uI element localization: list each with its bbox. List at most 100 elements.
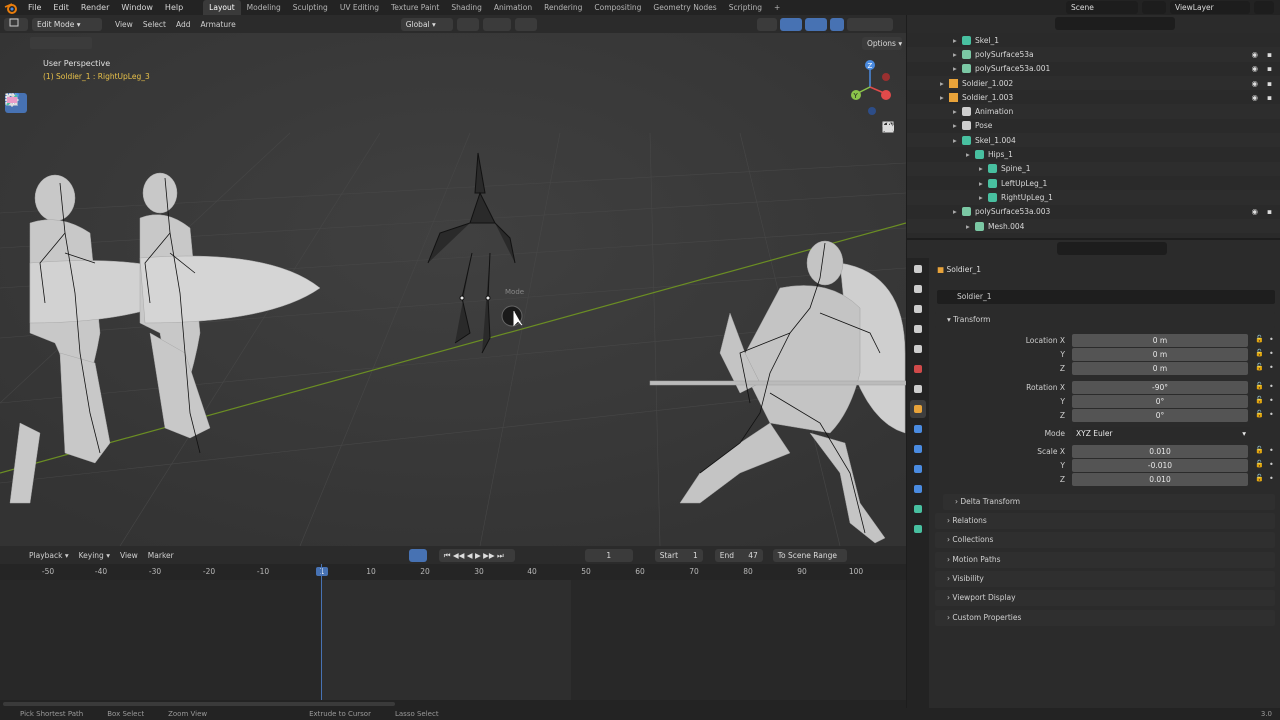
navigation-gizmo[interactable]: Z Y — [848, 55, 902, 115]
tool-bone-size[interactable] — [5, 94, 27, 338]
outliner-search-input[interactable] — [1055, 17, 1175, 30]
workspace-tab-uv-editing[interactable]: UV Editing — [334, 0, 385, 15]
expand-arrow-icon[interactable]: ▸ — [979, 179, 988, 188]
xray-close-icon[interactable] — [834, 37, 858, 49]
snap-button[interactable] — [482, 17, 511, 31]
axis-x-icon[interactable] — [881, 90, 891, 100]
rotation-y-field[interactable]: 0° — [1072, 395, 1248, 408]
scene-options-button[interactable] — [1142, 1, 1166, 14]
overlay-toggle-button[interactable] — [804, 17, 827, 31]
keyframe-dot-icon[interactable]: • — [1269, 410, 1274, 419]
scene-selector[interactable]: Scene — [1066, 1, 1138, 14]
eye-visibility-icon[interactable]: ◉ — [1251, 50, 1258, 59]
expand-arrow-icon[interactable]: ▸ — [940, 93, 949, 102]
eye-visibility-icon[interactable]: ◉ — [1251, 79, 1258, 88]
expand-arrow-icon[interactable]: ▸ — [966, 222, 975, 231]
rotation-z-field[interactable]: 0° — [1072, 409, 1248, 422]
tool-measure[interactable] — [5, 93, 27, 288]
expand-arrow-icon[interactable]: ▸ — [940, 79, 949, 88]
relations-panel[interactable]: › Relations — [935, 513, 1275, 529]
timeline-menu-playback[interactable]: Playback ▾ — [24, 551, 74, 560]
axis-neg-z-icon[interactable] — [868, 107, 876, 115]
workspace-tab-modeling[interactable]: Modeling — [241, 0, 287, 15]
menu-help[interactable]: Help — [159, 3, 189, 12]
tab-object[interactable] — [910, 400, 926, 418]
render-visibility-icon[interactable]: ▪ — [1267, 207, 1272, 216]
timeline-editor-icon[interactable] — [6, 549, 24, 562]
select-mode-buttons[interactable] — [30, 37, 92, 49]
lock-icon[interactable]: 🔓 — [1255, 446, 1264, 454]
tool-rotate[interactable] — [5, 94, 27, 188]
viewport-menu-select[interactable]: Select — [138, 20, 171, 29]
outliner-row[interactable]: ▸ Soldier_1.003 ◉ ▪ — [907, 90, 1280, 104]
filter-icon[interactable] — [1247, 18, 1261, 30]
tool-bone-roll[interactable] — [5, 94, 27, 363]
timeline-body[interactable] — [0, 564, 906, 700]
tab-collection[interactable] — [910, 380, 926, 398]
lock-icon[interactable]: 🔓 — [1255, 460, 1264, 468]
camera-view-icon[interactable] — [882, 125, 900, 185]
shading-mode-buttons[interactable] — [846, 17, 893, 31]
keyframe-dot-icon[interactable]: • — [1269, 335, 1274, 344]
3d-cursor[interactable] — [501, 305, 523, 327]
workspace-tab-scripting[interactable]: Scripting — [723, 0, 768, 15]
auto-keying-button[interactable] — [408, 548, 427, 562]
properties-search-input[interactable] — [1057, 242, 1167, 255]
tool-scale[interactable] — [5, 94, 27, 213]
outliner-row[interactable]: ▸ polySurface53a.001 ◉ ▪ — [907, 62, 1280, 76]
timeline-scroll-thumb[interactable] — [3, 702, 395, 706]
object-name-field[interactable]: Soldier_1 — [937, 290, 1275, 304]
menu-window[interactable]: Window — [115, 3, 159, 12]
to-scene-range-button[interactable]: To Scene Range — [772, 548, 847, 562]
workspace-tab-sculpting[interactable]: Sculpting — [287, 0, 334, 15]
workspace-tab-layout[interactable]: Layout — [203, 0, 241, 15]
tab-physics[interactable] — [910, 460, 926, 478]
location-z-field[interactable]: 0 m — [1072, 362, 1248, 375]
visibility-panel[interactable]: › Visibility — [935, 571, 1275, 587]
location-x-field[interactable]: 0 m — [1072, 334, 1248, 347]
expand-arrow-icon[interactable]: ▸ — [966, 150, 975, 159]
motion-paths-panel[interactable]: › Motion Paths — [935, 552, 1275, 568]
lock-icon[interactable]: 🔓 — [1255, 363, 1264, 371]
workspace-tab-texture-paint[interactable]: Texture Paint — [385, 0, 445, 15]
expand-arrow-icon[interactable]: ▸ — [953, 207, 962, 216]
tool-cursor[interactable] — [5, 93, 27, 138]
outliner-row[interactable]: ▸ Skel_1 — [907, 33, 1280, 47]
transform-panel-header[interactable]: ▾ Transform — [935, 312, 1275, 328]
eye-visibility-icon[interactable]: ◉ — [1251, 207, 1258, 216]
outliner-row[interactable]: ▸ Spine_1 — [907, 161, 1280, 176]
tab-constraints[interactable] — [910, 480, 926, 498]
expand-arrow-icon[interactable]: ▸ — [979, 164, 988, 173]
workspace-tab-rendering[interactable]: Rendering — [538, 0, 588, 15]
outliner-row[interactable]: ▸ polySurface53a ◉ ▪ — [907, 47, 1280, 62]
expand-arrow-icon[interactable]: ▸ — [953, 64, 962, 73]
scale-x-field[interactable]: 0.010 — [1072, 445, 1248, 458]
timeline-menu-keying[interactable]: Keying ▾ — [74, 551, 115, 560]
render-visibility-icon[interactable]: ▪ — [1267, 79, 1272, 88]
rotation-mode-dropdown[interactable]: XYZ Euler ▾ — [1072, 427, 1250, 440]
tab-view-layer[interactable] — [910, 320, 926, 338]
axis-neg-x-icon[interactable] — [882, 73, 890, 81]
render-visibility-icon[interactable]: ▪ — [1267, 50, 1272, 59]
view-layer-options-button[interactable] — [1254, 1, 1274, 14]
outliner-editor-icon[interactable] — [915, 18, 929, 30]
outliner-display-mode[interactable] — [941, 18, 957, 30]
workspace-tab-animation[interactable]: Animation — [488, 0, 538, 15]
tab-world[interactable] — [910, 360, 926, 378]
pivot-point-button[interactable] — [456, 17, 479, 31]
expand-arrow-icon[interactable]: ▸ — [953, 136, 962, 145]
workspace-tab-compositing[interactable]: Compositing — [588, 0, 647, 15]
expand-arrow-icon[interactable]: ▸ — [953, 50, 962, 59]
keyframe-dot-icon[interactable]: • — [1269, 363, 1274, 372]
tool-annotate[interactable] — [5, 94, 27, 263]
custom-properties-panel[interactable]: › Custom Properties — [935, 610, 1275, 626]
timeline-ruler[interactable]: -50 -40 -30 -20 -10 1 10 20 30 40 50 60 70 80 90 100 — [0, 564, 906, 580]
delta-transform-panel[interactable]: › Delta Transform — [943, 494, 1275, 510]
timeline-scrollbar[interactable] — [0, 700, 906, 708]
lock-icon[interactable]: 🔓 — [1255, 382, 1264, 390]
xray-toggle-button[interactable] — [829, 17, 844, 31]
mode-selector[interactable]: Edit Mode ▾ — [32, 17, 102, 31]
lock-icon[interactable]: 🔓 — [1255, 349, 1264, 357]
outliner-row[interactable]: ▸ Hips_1 — [907, 147, 1280, 161]
lock-icon[interactable]: 🔓 — [1255, 396, 1264, 404]
